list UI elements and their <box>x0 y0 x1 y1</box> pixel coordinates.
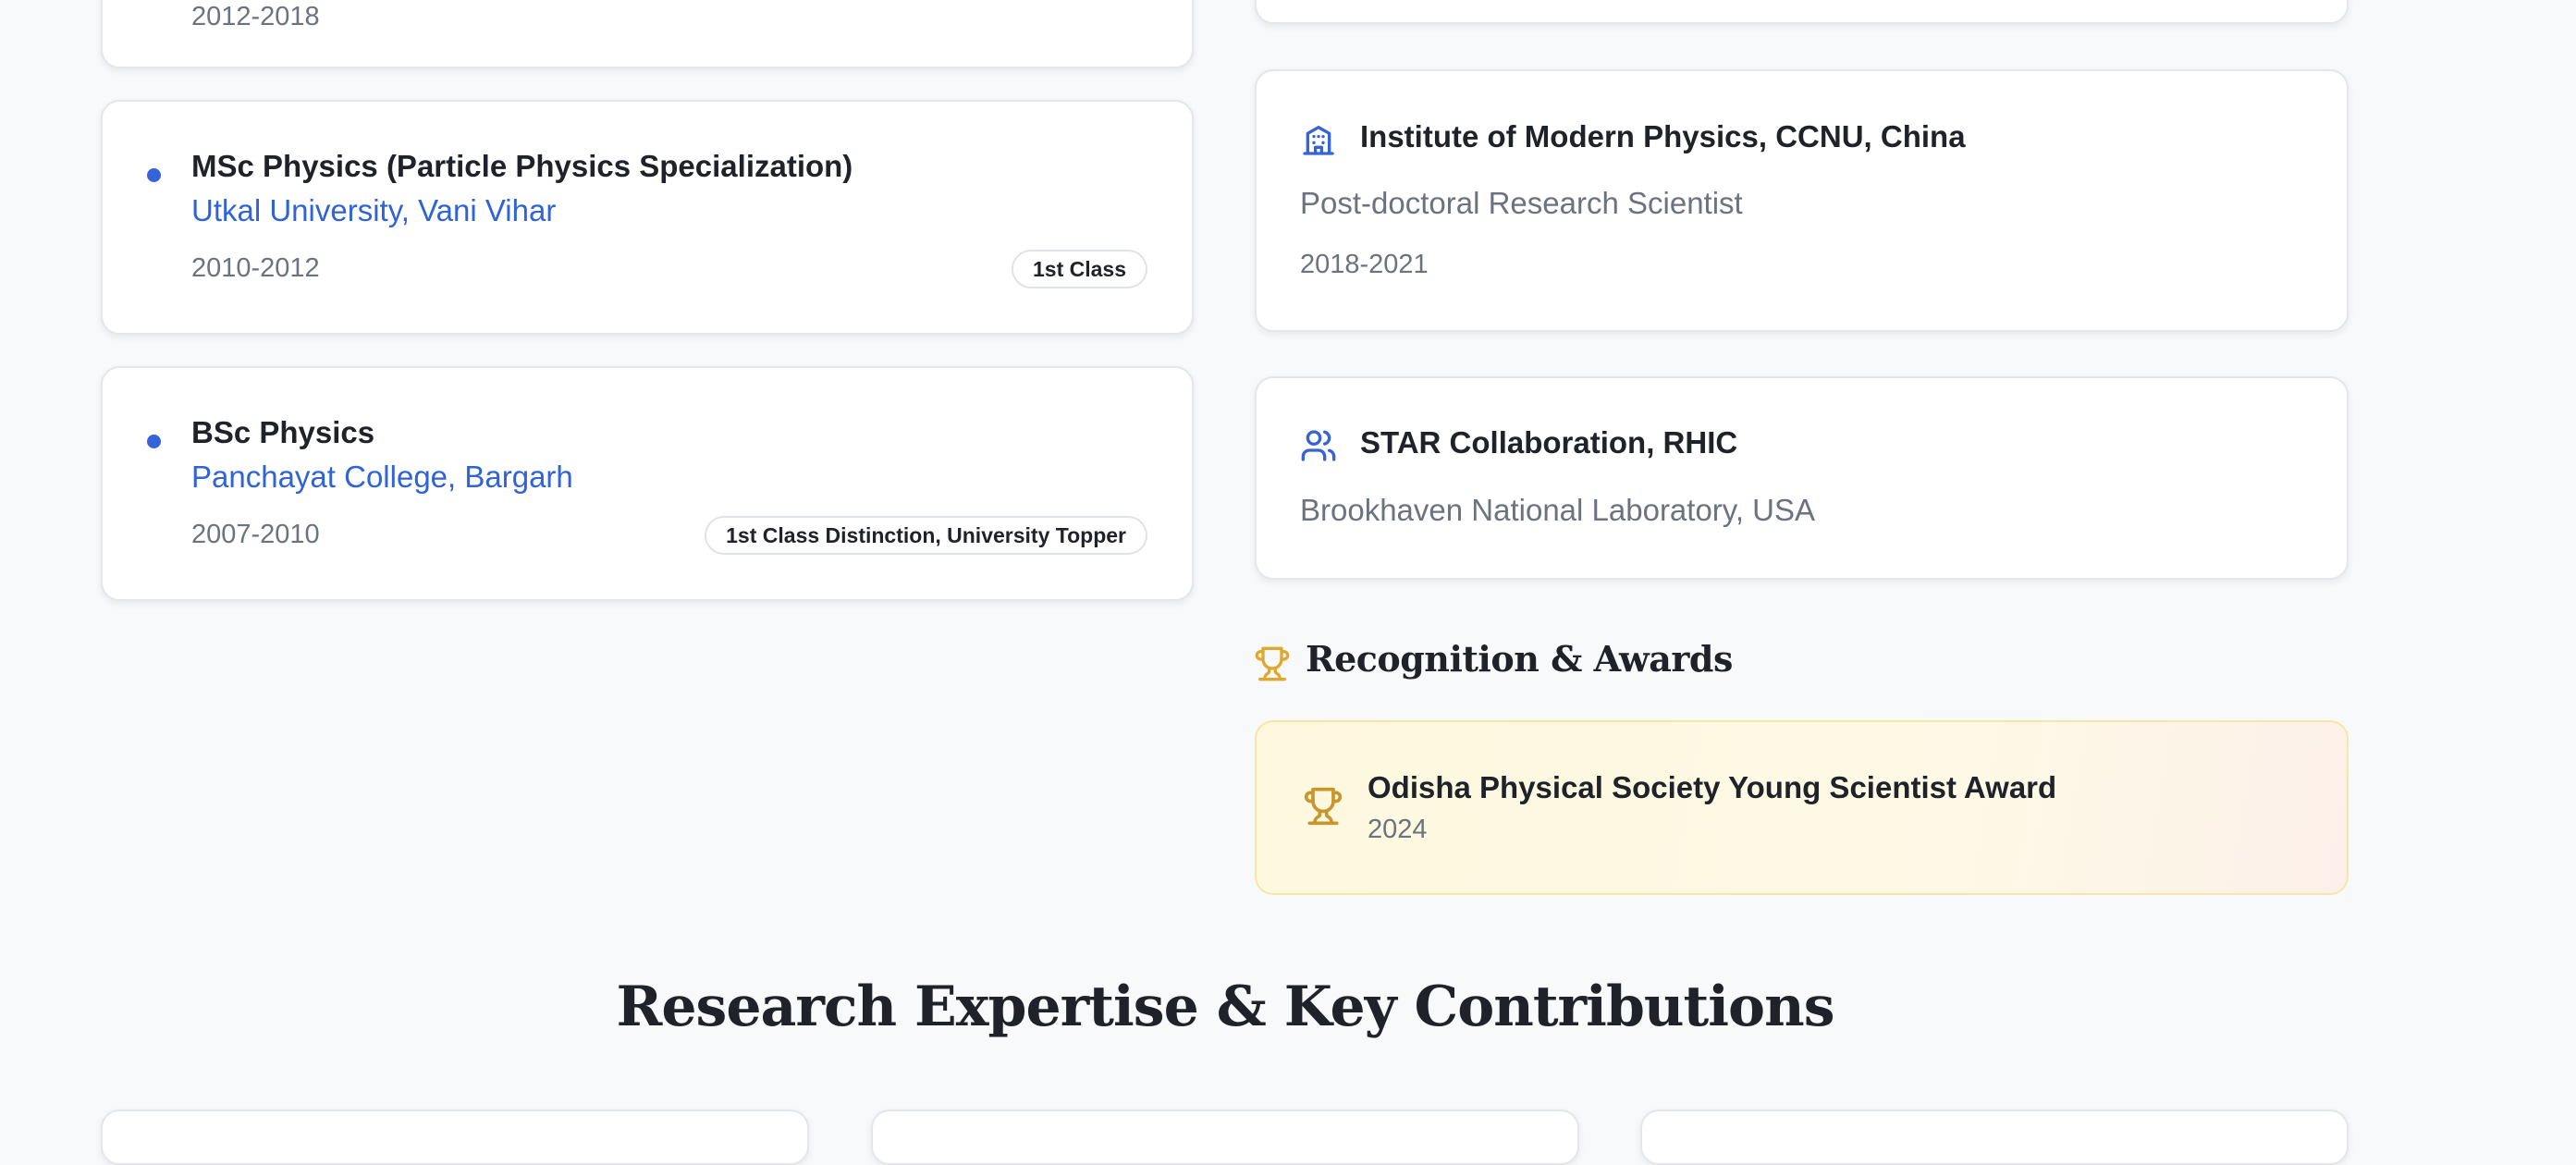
research-card <box>101 1110 809 1165</box>
timeline-dot <box>147 435 161 448</box>
grade-badge: 1st Class <box>1011 250 1147 288</box>
trophy-icon <box>1304 787 1343 826</box>
education-years: 2012-2018 <box>191 2 320 31</box>
position-role: Post-doctoral Research Scientist <box>1300 186 1743 220</box>
education-card-bsc: BSc Physics Panchayat College, Bargarh 2… <box>101 366 1194 601</box>
grade-badge: 1st Class Distinction, University Topper <box>705 516 1147 555</box>
education-card-phd: 2012-2018 <box>101 0 1194 68</box>
awards-section-heading: Recognition & Awards <box>1306 638 1733 680</box>
award-year: 2024 <box>1368 815 1428 844</box>
education-card-msc: MSc Physics (Particle Physics Specializa… <box>101 100 1194 335</box>
users-icon <box>1301 430 1336 461</box>
degree-title: BSc Physics <box>191 415 375 449</box>
organization-title: Institute of Modern Physics, CCNU, China <box>1360 119 1966 153</box>
research-card <box>1640 1110 2349 1165</box>
experience-years: 2018-2021 <box>1300 250 1429 279</box>
research-section-heading: Research Expertise & Key Contributions <box>616 975 1835 1039</box>
collaboration-title: STAR Collaboration, RHIC <box>1360 425 1738 460</box>
award-title: Odisha Physical Society Young Scientist … <box>1368 770 2057 804</box>
trophy-icon <box>1255 646 1290 681</box>
experience-card-previous <box>1255 0 2349 24</box>
degree-title: MSc Physics (Particle Physics Specializa… <box>191 149 853 183</box>
institution-link[interactable]: Utkal University, Vani Vihar <box>191 193 556 228</box>
award-card: Odisha Physical Society Young Scientist … <box>1255 720 2349 895</box>
experience-card-ccnu: Institute of Modern Physics, CCNU, China… <box>1255 69 2349 332</box>
research-card <box>871 1110 1579 1165</box>
institution-link[interactable]: Panchayat College, Bargarh <box>191 460 573 495</box>
timeline-dot <box>147 168 161 182</box>
collaboration-location: Brookhaven National Laboratory, USA <box>1300 493 1816 527</box>
education-years: 2007-2010 <box>191 520 320 549</box>
collaboration-card-star: STAR Collaboration, RHIC Brookhaven Nati… <box>1255 376 2349 580</box>
building-icon <box>1303 126 1334 155</box>
education-years: 2010-2012 <box>191 253 320 283</box>
